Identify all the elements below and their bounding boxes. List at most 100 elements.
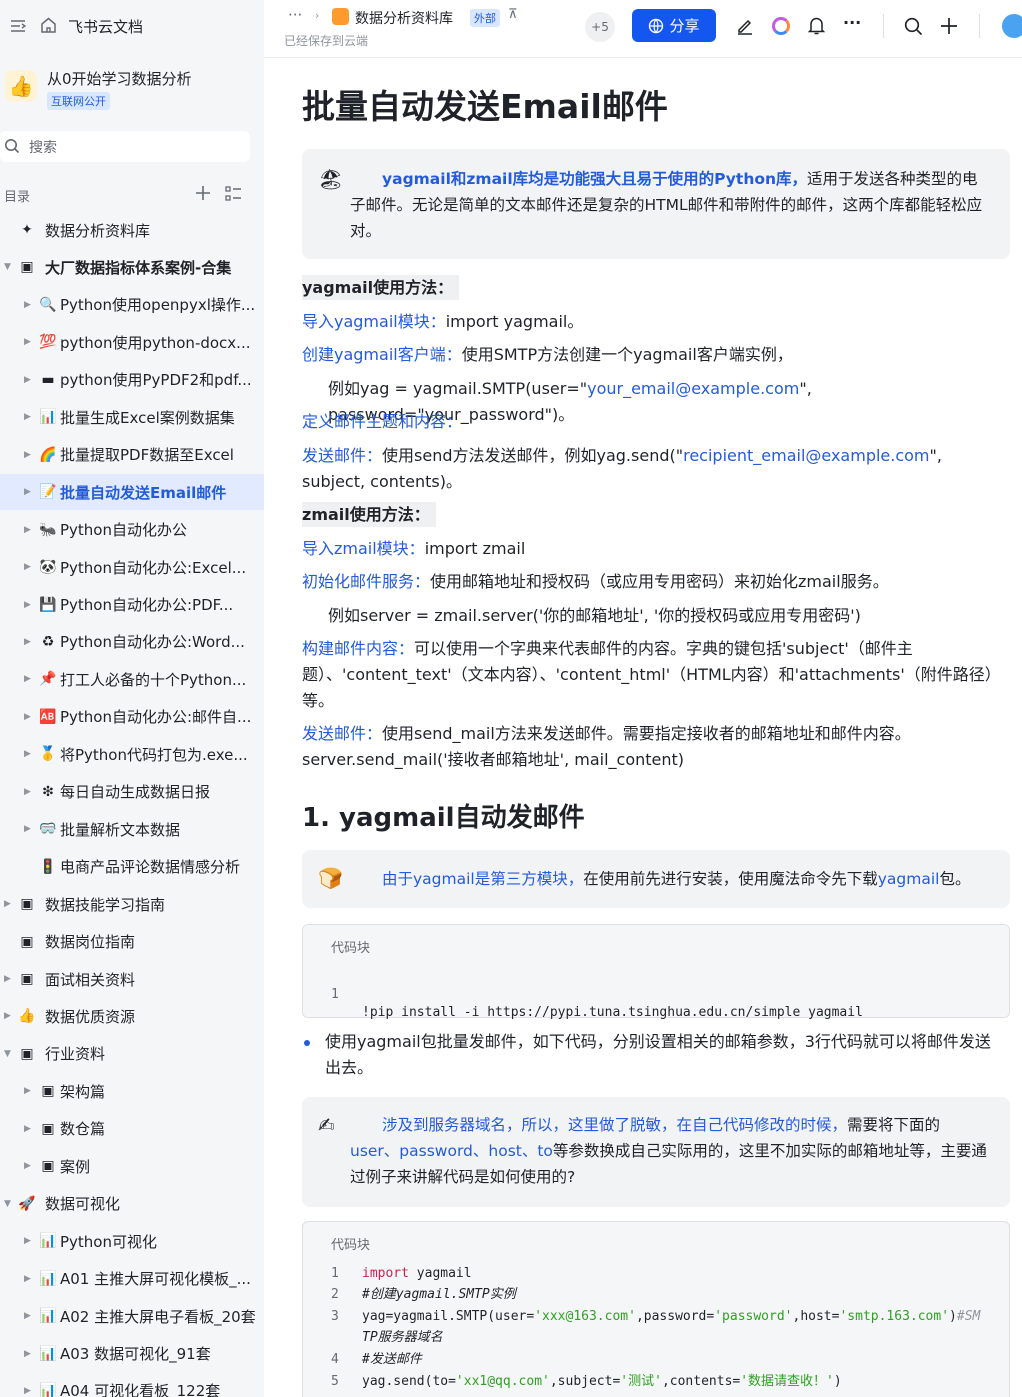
tree-item-label: 数据优质资源	[45, 1007, 136, 1026]
workspace-info[interactable]: 👍 从0开始学习数据分析 互联网公开	[0, 62, 264, 114]
sidebar-tree-item[interactable]: ▶ 📊 A01 主推大屏可视化模板_...	[0, 1261, 264, 1297]
sidebar-tree-item[interactable]: ▶ ▣ 数仓篇	[0, 1111, 264, 1147]
code-block-caption: 代码块	[331, 1238, 371, 1253]
sidebar-tree-item[interactable]: ▶ ▣ 面试相关资料	[0, 961, 264, 997]
expand-arrow-right-icon[interactable]: ▶	[24, 824, 31, 834]
breadcrumb-doc-name[interactable]: 数据分析资料库	[355, 8, 453, 28]
expand-arrow-right-icon[interactable]: ▶	[24, 787, 31, 797]
pin-icon[interactable]: ⊼	[508, 7, 518, 22]
sidebar-tree-item[interactable]: ▶ 👍 数据优质资源	[0, 998, 264, 1034]
expand-arrow-down-icon[interactable]: ▼	[4, 1049, 11, 1059]
edit-icon[interactable]	[736, 17, 754, 39]
expand-arrow-right-icon[interactable]: ▶	[24, 337, 31, 347]
sidebar-tree-item[interactable]: ▼ ▣ 行业资料	[0, 1036, 264, 1072]
expand-arrow-right-icon[interactable]: ▶	[24, 562, 31, 572]
bell-icon[interactable]	[807, 16, 826, 39]
expand-arrow-right-icon[interactable]: ▶	[24, 1274, 31, 1284]
sidebar-tree-item[interactable]: ▶ 💯 python使用python-docx...	[0, 324, 264, 360]
recipient-link[interactable]: recipient_email@example.com	[683, 446, 929, 465]
collaborators-count[interactable]: +5	[585, 12, 615, 42]
sidebar-tree-item[interactable]: ▼ 🚀 数据可视化	[0, 1186, 264, 1222]
doc-icon: 🥽	[39, 821, 57, 838]
sidebar-tree-item[interactable]: ▶ 🌈 批量提取PDF数据至Excel	[0, 437, 264, 473]
expand-arrow-right-icon[interactable]: ▶	[4, 899, 11, 909]
collapse-sidebar-icon[interactable]	[10, 18, 27, 37]
sidebar-tree-item[interactable]: ✦ 数据分析资料库	[0, 212, 264, 248]
sidebar-tree-item[interactable]: ▼ ▣ 大厂数据指标体系案例-合集	[0, 249, 264, 285]
more-icon[interactable]: ···	[843, 13, 861, 32]
sidebar-tree-item[interactable]: ▶ 📊 A03 数据可视化_91套	[0, 1336, 264, 1372]
expand-arrow-right-icon[interactable]: ▶	[24, 1311, 31, 1321]
expand-arrow-right-icon[interactable]: ▶	[24, 375, 31, 385]
expand-arrow-right-icon[interactable]: ▶	[24, 525, 31, 535]
sidebar-tree-item[interactable]: ▶ 🐼 Python自动化办公:Excel...	[0, 549, 264, 585]
expand-arrow-right-icon[interactable]: ▶	[24, 487, 31, 497]
app-title[interactable]: 飞书云文档	[68, 16, 143, 37]
code-block-send[interactable]: 代码块 1 import yagmail 2 #创建yagmail.SMTP实例 3…	[302, 1221, 1010, 1397]
expand-arrow-down-icon[interactable]: ▼	[4, 1199, 11, 1209]
sidebar-tree-item[interactable]: ▶ ▣ 案例	[0, 1148, 264, 1184]
tree-item-label: 架构篇	[60, 1082, 106, 1101]
sidebar-tree-item[interactable]: ▶ 💾 Python自动化办公:PDF...	[0, 587, 264, 623]
expand-arrow-right-icon[interactable]: ▶	[24, 300, 31, 310]
tree-item-label: Python可视化	[60, 1232, 157, 1251]
breadcrumb-more[interactable]: ···	[288, 6, 302, 24]
sidebar-tree-item[interactable]: 🚦 电商产品评论数据情感分析	[0, 849, 264, 885]
share-button[interactable]: 分享	[632, 9, 716, 42]
search-doc-icon[interactable]	[904, 17, 923, 40]
sidebar-tree-item[interactable]: ▶ 📊 A04 可视化看板_122套	[0, 1373, 264, 1397]
sidebar-tree-item[interactable]: ▶ ❇ 每日自动生成数据日报	[0, 774, 264, 810]
tree-options-icon[interactable]	[225, 186, 242, 205]
sidebar-tree-item[interactable]: ▶ 📊 Python可视化	[0, 1223, 264, 1259]
sidebar-tree-item[interactable]: ▶ 🥽 批量解析文本数据	[0, 811, 264, 847]
sidebar-tree-item[interactable]: ▶ 📝 批量自动发送Email邮件	[0, 474, 264, 511]
tree-item-label: 将Python代码打包为.exe...	[60, 745, 248, 764]
tree-item-label: A03 数据可视化_91套	[60, 1345, 211, 1363]
sidebar-tree-item[interactable]: ▶ 📌 打工人必备的十个Python...	[0, 661, 264, 697]
sidebar-tree-item[interactable]: ▶ 🐜 Python自动化办公	[0, 512, 264, 548]
expand-arrow-right-icon[interactable]: ▶	[24, 1161, 31, 1171]
ai-assistant-icon[interactable]	[772, 17, 790, 35]
sidebar-tree-item[interactable]: ▶ ▬ python使用PyPDF2和pdf...	[0, 362, 264, 398]
tree-item-label: Python自动化办公:Excel...	[60, 558, 247, 577]
sidebar-tree-item[interactable]: ▶ 📊 A02 主推大屏电子看板_20套	[0, 1298, 264, 1334]
sidebar-tree-item[interactable]: ▣ 数据岗位指南	[0, 924, 264, 960]
expand-arrow-down-icon[interactable]: ▼	[4, 262, 11, 272]
expand-arrow-right-icon[interactable]: ▶	[24, 637, 31, 647]
expand-arrow-right-icon[interactable]: ▶	[24, 412, 31, 422]
search-icon	[4, 138, 20, 158]
sidebar-tree-item[interactable]: ▶ 🥇 将Python代码打包为.exe...	[0, 736, 264, 772]
sidebar-tree-item[interactable]: ▶ 🔍 Python使用openpyxl操作...	[0, 287, 264, 323]
user-avatar[interactable]	[1002, 14, 1022, 38]
tree-item-label: 数仓篇	[60, 1120, 106, 1139]
code-block-install[interactable]: 代码块 1 !pip install -i https://pypi.tuna.…	[302, 924, 1010, 1020]
home-icon[interactable]	[40, 17, 57, 37]
add-icon[interactable]	[195, 185, 211, 205]
sidebar-tree-item[interactable]: ▶ 📊 批量生成Excel案例数据集	[0, 399, 264, 435]
expand-arrow-right-icon[interactable]: ▶	[24, 1236, 31, 1246]
search-box[interactable]: 搜索	[0, 131, 250, 162]
doc-icon: ▣	[20, 1045, 34, 1062]
sidebar-tree-item[interactable]: ▶ ▣ 数据技能学习指南	[0, 886, 264, 922]
expand-arrow-right-icon[interactable]: ▶	[24, 600, 31, 610]
expand-arrow-right-icon[interactable]: ▶	[24, 674, 31, 684]
email-link[interactable]: your_email@example.com	[587, 379, 799, 398]
doc-icon: 🐜	[39, 521, 57, 538]
expand-arrow-right-icon[interactable]: ▶	[4, 974, 11, 984]
sidebar-tree-item[interactable]: ▶ ▣ 架构篇	[0, 1073, 264, 1109]
expand-arrow-right-icon[interactable]: ▶	[24, 1124, 31, 1134]
tree-item-label: 电商产品评论数据情感分析	[60, 858, 241, 877]
expand-arrow-right-icon[interactable]: ▶	[4, 1011, 11, 1021]
expand-arrow-right-icon[interactable]: ▶	[24, 450, 31, 460]
new-icon[interactable]	[940, 17, 958, 39]
doc-icon: 🆎	[39, 708, 57, 725]
doc-icon: 📊	[39, 1270, 57, 1287]
expand-arrow-right-icon[interactable]: ▶	[24, 712, 31, 722]
expand-arrow-right-icon[interactable]: ▶	[24, 1349, 31, 1359]
expand-arrow-right-icon[interactable]: ▶	[24, 749, 31, 759]
expand-arrow-right-icon[interactable]: ▶	[24, 1086, 31, 1096]
sidebar-tree-item[interactable]: ▶ ♻ Python自动化办公:Word...	[0, 624, 264, 660]
sidebar-tree-item[interactable]: ▶ 🆎 Python自动化办公:邮件自...	[0, 699, 264, 735]
expand-arrow-right-icon[interactable]: ▶	[24, 1386, 31, 1396]
toc-header: 目录	[0, 184, 264, 205]
